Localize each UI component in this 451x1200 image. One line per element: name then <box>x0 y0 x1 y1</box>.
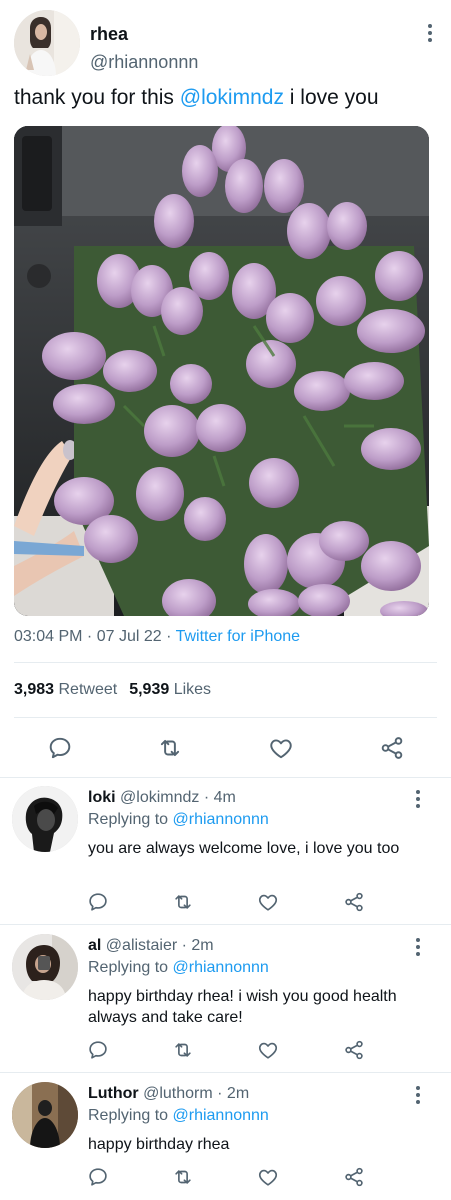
replying-to: Replying to @rhiannonnn <box>88 811 269 829</box>
like-count: 5,939 <box>129 681 170 698</box>
meta-separator: · <box>82 628 97 645</box>
avatar[interactable] <box>14 10 80 76</box>
divider <box>0 924 451 925</box>
more-icon[interactable] <box>410 936 426 958</box>
divider <box>0 1072 451 1073</box>
tweet-stats: 3,983 Retweet 5,939 Likes <box>14 681 211 699</box>
tweet-text-suffix: i love you <box>283 86 379 109</box>
avatar-photo <box>12 786 78 852</box>
like-stat[interactable]: 5,939 Likes <box>129 681 211 698</box>
like-icon[interactable] <box>257 891 279 913</box>
avatar-photo <box>12 1082 78 1148</box>
retweet-count: 3,983 <box>14 681 55 698</box>
tweet-text: thank you for this @lokimndz i love you <box>14 86 379 110</box>
divider <box>0 777 451 778</box>
reply-icon[interactable] <box>47 735 73 761</box>
retweet-icon[interactable] <box>172 1166 194 1188</box>
replying-to-link[interactable]: @rhiannonnn <box>173 1107 269 1124</box>
reply-header: al @alistaier · 2m <box>88 937 214 955</box>
avatar-photo <box>12 934 78 1000</box>
avatar[interactable] <box>12 786 78 852</box>
reply-text: happy birthday rhea <box>88 1136 230 1153</box>
reply-author-handle[interactable]: @alistaier <box>106 937 177 954</box>
share-icon[interactable] <box>343 891 365 913</box>
retweet-stat[interactable]: 3,983 Retweet <box>14 681 117 698</box>
reply-text: you are always welcome love, i love you … <box>88 840 400 857</box>
avatar[interactable] <box>12 1082 78 1148</box>
reply-time: · 2m <box>217 1085 250 1102</box>
divider <box>14 717 437 718</box>
retweet-icon[interactable] <box>157 735 183 761</box>
display-name[interactable]: rhea <box>90 24 128 45</box>
replying-to-link[interactable]: @rhiannonnn <box>173 959 269 976</box>
tweet-header: rhea @rhiannonnn <box>14 10 437 76</box>
more-icon[interactable] <box>410 788 426 810</box>
tulip-bouquet-image <box>14 126 429 616</box>
tweet-text-prefix: thank you for this <box>14 86 180 109</box>
like-icon[interactable] <box>257 1039 279 1061</box>
reply-author-name[interactable]: al <box>88 937 101 954</box>
replying-to: Replying to @rhiannonnn <box>88 1107 269 1125</box>
tweet-time: 03:04 PM <box>14 628 83 645</box>
retweet-label: Retweet <box>58 681 118 698</box>
replying-label: Replying to <box>88 1107 169 1124</box>
reply-author-handle[interactable]: @luthorm <box>143 1085 213 1102</box>
replying-label: Replying to <box>88 959 169 976</box>
tweet-source-link[interactable]: Twitter for iPhone <box>176 628 301 645</box>
reply-icon[interactable] <box>87 1039 109 1061</box>
more-icon[interactable] <box>410 1084 426 1106</box>
like-icon[interactable] <box>257 1166 279 1188</box>
tweet-photo[interactable] <box>14 126 429 616</box>
tweet-date: 07 Jul 22 <box>96 628 162 645</box>
reply-header: Luthor @luthorm · 2m <box>88 1085 249 1103</box>
reply-time: · 2m <box>181 937 214 954</box>
retweet-icon[interactable] <box>172 891 194 913</box>
user-handle[interactable]: @rhiannonnn <box>90 52 198 73</box>
more-icon[interactable] <box>422 22 438 44</box>
share-icon[interactable] <box>343 1039 365 1061</box>
replying-to: Replying to @rhiannonnn <box>88 959 269 977</box>
reply-author-name[interactable]: loki <box>88 789 116 806</box>
share-icon[interactable] <box>343 1166 365 1188</box>
reply-author-name[interactable]: Luthor <box>88 1085 139 1102</box>
avatar[interactable] <box>12 934 78 1000</box>
meta-separator: · <box>161 628 176 645</box>
avatar-photo <box>14 10 80 76</box>
replying-label: Replying to <box>88 811 169 828</box>
tweet-meta: 03:04 PM · 07 Jul 22 · Twitter for iPhon… <box>14 628 300 646</box>
reply-time: · 4m <box>203 789 236 806</box>
replying-to-link[interactable]: @rhiannonnn <box>173 811 269 828</box>
reply-author-handle[interactable]: @lokimndz <box>120 789 199 806</box>
reply-header: loki @lokimndz · 4m <box>88 789 236 807</box>
share-icon[interactable] <box>379 735 405 761</box>
mention-link[interactable]: @lokimndz <box>180 86 284 109</box>
reply-icon[interactable] <box>87 1166 109 1188</box>
divider <box>14 662 437 663</box>
reply-text: happy birthday rhea! i wish you good hea… <box>88 988 397 1026</box>
retweet-icon[interactable] <box>172 1039 194 1061</box>
reply-icon[interactable] <box>87 891 109 913</box>
like-label: Likes <box>173 681 212 698</box>
like-icon[interactable] <box>268 735 294 761</box>
